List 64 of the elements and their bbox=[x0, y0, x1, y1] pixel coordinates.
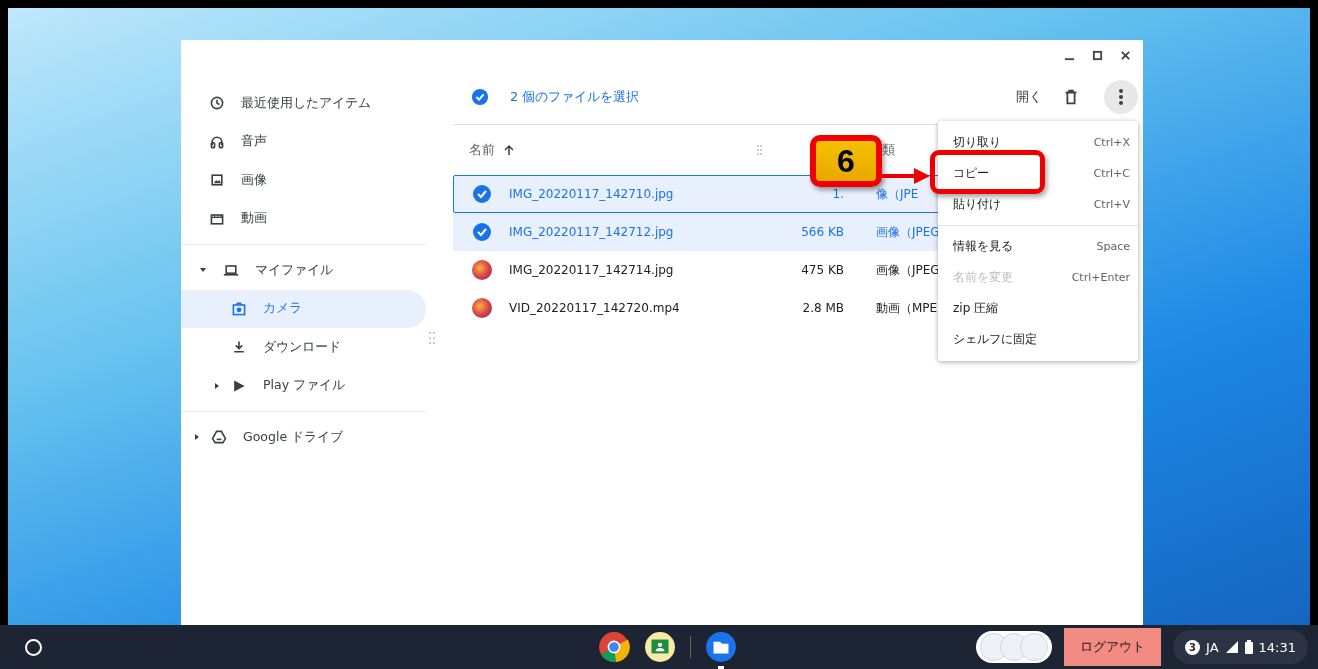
file-size: 566 KB bbox=[800, 225, 844, 239]
system-tray[interactable]: 3 JA 14:31 bbox=[1173, 630, 1308, 664]
camera-icon bbox=[231, 300, 247, 317]
battery-icon bbox=[1244, 640, 1253, 654]
menu-item[interactable]: 切り取り Ctrl+X bbox=[938, 127, 1138, 158]
image-icon bbox=[209, 172, 225, 189]
more-menu-button[interactable] bbox=[1104, 80, 1138, 114]
notification-count: 3 bbox=[1185, 639, 1201, 655]
laptop-icon bbox=[223, 262, 239, 279]
expand-arrow-icon[interactable] bbox=[193, 433, 201, 442]
drag-handle-icon[interactable] bbox=[429, 332, 435, 344]
open-button[interactable]: 開く bbox=[1010, 84, 1048, 110]
photo-thumbnail bbox=[472, 298, 492, 318]
clock-icon bbox=[209, 95, 225, 112]
sidebar-item[interactable]: 音声 bbox=[181, 122, 426, 161]
launcher-button[interactable] bbox=[25, 638, 42, 656]
sidebar-item[interactable]: 動画 bbox=[181, 199, 426, 238]
file-name: IMG_20220117_142710.jpg bbox=[509, 187, 675, 201]
name-column-header[interactable]: 名前 bbox=[469, 141, 495, 159]
callout-arrow bbox=[882, 166, 930, 186]
file-type: 画像（JPEG bbox=[876, 261, 940, 279]
sidebar-item[interactable]: ダウンロード bbox=[181, 328, 426, 367]
running-indicator bbox=[718, 666, 724, 669]
file-type: 画像（JPEG bbox=[876, 223, 940, 241]
signal-icon bbox=[1224, 640, 1239, 654]
expand-arrow-icon[interactable] bbox=[213, 381, 221, 390]
sidebar-item[interactable]: 最近使用したアイテム bbox=[181, 84, 426, 123]
classroom-icon[interactable] bbox=[644, 631, 676, 663]
sidebar-item[interactable]: カメラ bbox=[181, 289, 426, 328]
check-circle-icon[interactable] bbox=[472, 184, 492, 204]
sort-arrow-icon[interactable] bbox=[503, 144, 515, 156]
logout-button[interactable]: ログアウト bbox=[1064, 628, 1162, 666]
photo-thumbnail bbox=[472, 260, 492, 280]
browser-icon[interactable] bbox=[598, 631, 630, 663]
file-name: VID_20220117_142720.mp4 bbox=[509, 301, 681, 315]
sidebar-item[interactable]: マイファイル bbox=[181, 251, 426, 290]
folder-icon[interactable] bbox=[705, 631, 737, 663]
file-type: 像（JPE bbox=[876, 185, 919, 203]
check-circle-icon[interactable] bbox=[472, 222, 492, 242]
headphones-icon bbox=[209, 133, 225, 150]
input-method: JA bbox=[1206, 639, 1219, 655]
sidebar-item[interactable]: Play ファイル bbox=[181, 366, 426, 405]
more-vertical-icon bbox=[1119, 89, 1123, 105]
check-circle-icon[interactable] bbox=[471, 88, 489, 106]
drag-handle-icon[interactable] bbox=[757, 145, 762, 155]
clock-time: 14:31 bbox=[1258, 639, 1296, 655]
step-number-badge: 6 bbox=[810, 135, 882, 187]
close-icon[interactable] bbox=[1120, 49, 1131, 61]
file-size: 1. bbox=[831, 187, 844, 201]
file-name: IMG_20220117_142712.jpg bbox=[509, 225, 675, 239]
menu-item[interactable]: zip 圧縮 bbox=[938, 293, 1138, 324]
file-type: 動画（MPE bbox=[876, 299, 938, 317]
selection-count: 2 個のファイルを選択 bbox=[510, 88, 640, 106]
file-size: 475 KB bbox=[800, 263, 844, 277]
type-column-header[interactable]: 類 bbox=[882, 141, 895, 159]
download-icon bbox=[231, 339, 247, 356]
user-avatars[interactable] bbox=[976, 631, 1053, 663]
sidebar-item[interactable]: Google ドライブ bbox=[181, 418, 426, 457]
file-name: IMG_20220117_142714.jpg bbox=[509, 263, 675, 277]
drive-icon bbox=[211, 429, 227, 446]
sidebar-item[interactable]: 画像 bbox=[181, 161, 426, 200]
maximize-icon[interactable] bbox=[1092, 49, 1103, 61]
menu-item[interactable]: シェルフに固定 bbox=[938, 324, 1138, 355]
file-size: 2.8 MB bbox=[801, 301, 844, 315]
